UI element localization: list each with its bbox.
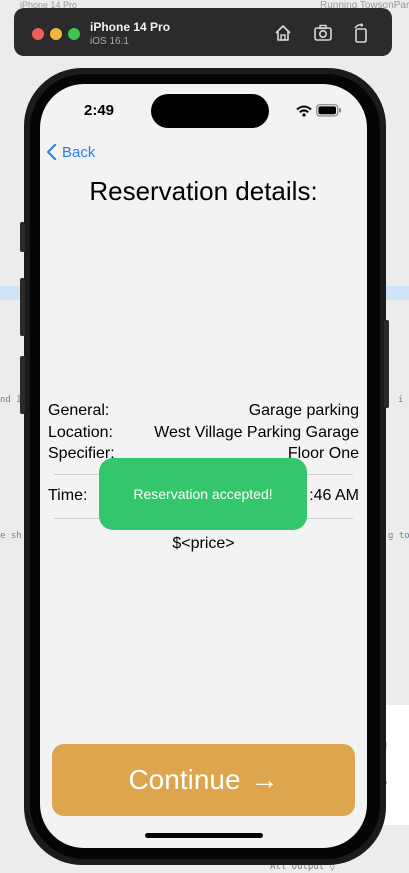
dynamic-island — [151, 94, 269, 128]
action-button — [20, 222, 25, 252]
close-window-button[interactable] — [32, 28, 44, 40]
code-fragment-left-2: e sh — [0, 531, 22, 541]
detail-row-general: General: Garage parking — [48, 402, 359, 420]
toast-message: Reservation accepted! — [133, 486, 273, 502]
code-fragment-right: i — [398, 395, 404, 405]
home-icon[interactable] — [272, 22, 294, 44]
location-label: Location: — [48, 424, 113, 441]
volume-down-button — [20, 356, 25, 414]
general-value: Garage parking — [248, 402, 359, 419]
page-title: Reservation details: — [89, 176, 318, 206]
arrow-right-icon: → — [250, 764, 279, 795]
os-version: iOS 16.1 — [90, 36, 129, 47]
battery-icon — [316, 104, 341, 117]
time-label: Time: — [48, 487, 88, 504]
toast-reservation-accepted: Reservation accepted! — [99, 458, 307, 530]
time-value: :46 AM — [309, 487, 359, 504]
code-fragment-left: nd I — [0, 395, 22, 405]
device-name: iPhone 14 Pro — [90, 20, 171, 34]
general-label: General: — [48, 402, 110, 419]
continue-button[interactable]: Continue → — [52, 744, 355, 816]
status-time: 2:49 — [84, 102, 115, 119]
power-button — [384, 320, 389, 408]
chevron-left-icon — [46, 143, 57, 161]
continue-label: Continue — [128, 764, 241, 795]
back-button[interactable]: Back — [46, 143, 95, 161]
volume-up-button — [20, 278, 25, 336]
location-value: West Village Parking Garage — [154, 424, 359, 441]
back-label: Back — [62, 143, 96, 161]
simulator-toolbar: iPhone 14 Pro iOS 16.1 — [14, 8, 392, 56]
price-text: $<price> — [172, 535, 235, 552]
wifi-icon — [296, 105, 312, 117]
minimize-window-button[interactable] — [50, 28, 62, 40]
zoom-window-button[interactable] — [68, 28, 80, 40]
home-indicator — [145, 833, 263, 838]
rotate-icon[interactable] — [350, 22, 372, 44]
code-fragment-right-2: g to — [388, 531, 409, 541]
screenshot-icon[interactable] — [312, 22, 334, 44]
detail-row-location: Location: West Village Parking Garage — [48, 424, 359, 442]
